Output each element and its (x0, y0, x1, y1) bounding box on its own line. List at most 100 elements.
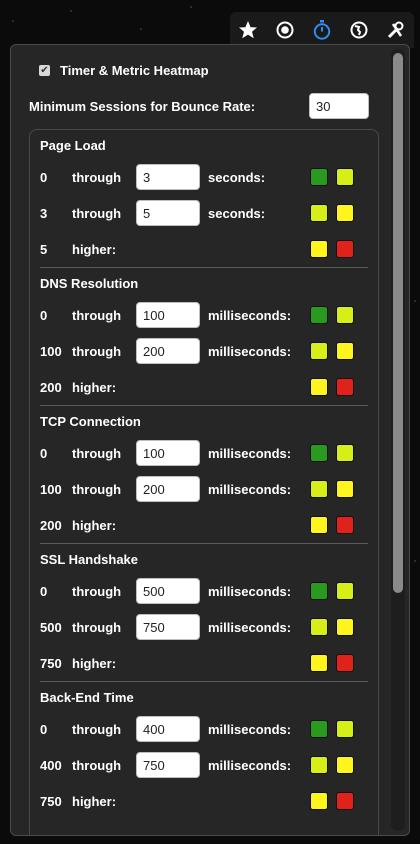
color-swatch-start[interactable] (310, 720, 328, 738)
min-sessions-input[interactable] (309, 93, 369, 119)
color-swatch-start[interactable] (310, 654, 328, 672)
color-swatch-start[interactable] (310, 378, 328, 396)
section-title: SSL Handshake (40, 552, 139, 567)
threshold-row: 0 through milliseconds: (40, 711, 368, 747)
threshold-row: 3 through seconds: (40, 195, 368, 231)
color-swatch-start[interactable] (310, 480, 328, 498)
threshold-input[interactable] (136, 302, 200, 328)
color-swatch-start[interactable] (310, 756, 328, 774)
tools-icon[interactable] (385, 19, 407, 41)
threshold-row: 200 higher: (40, 369, 368, 405)
color-swatch-end[interactable] (336, 720, 354, 738)
threshold-row: 200 higher: (40, 507, 368, 543)
scrollbar-thumb[interactable] (393, 53, 403, 593)
color-swatch-end[interactable] (336, 756, 354, 774)
range-connector: through (72, 169, 122, 185)
color-swatch-start[interactable] (310, 168, 328, 186)
section-tcp-connection: TCP Connection 0 through milliseconds: 100 th… (40, 405, 368, 543)
color-swatch-end[interactable] (336, 306, 354, 324)
heatmap-checkbox[interactable]: ✔ (39, 65, 50, 76)
color-swatch-end[interactable] (336, 654, 354, 672)
unit-label: milliseconds: (208, 307, 292, 323)
record-icon[interactable] (274, 19, 296, 41)
color-swatch-end[interactable] (336, 618, 354, 636)
section-back-end-time: Back-End Time 0 through milliseconds: 400 thr… (40, 681, 368, 819)
globe-icon[interactable] (348, 19, 370, 41)
range-from: 750 (40, 655, 62, 671)
range-from: 750 (40, 793, 62, 809)
color-swatch-end[interactable] (336, 378, 354, 396)
section-title: Page Load (40, 138, 106, 153)
range-connector: through (72, 481, 122, 497)
threshold-row: 0 through milliseconds: (40, 435, 368, 471)
unit-label: milliseconds: (208, 445, 292, 461)
range-connector: higher: (72, 379, 117, 395)
star-icon[interactable] (237, 19, 259, 41)
range-connector: through (72, 619, 122, 635)
heatmap-toggle[interactable]: ✔ Timer & Metric Heatmap (39, 63, 209, 78)
unit-label: seconds: (208, 205, 266, 221)
min-sessions-row: Minimum Sessions for Bounce Rate: (29, 93, 369, 119)
threshold-row: 100 through milliseconds: (40, 333, 368, 369)
unit-label: milliseconds: (208, 343, 292, 359)
range-connector: through (72, 721, 122, 737)
color-swatch-start[interactable] (310, 342, 328, 360)
range-from: 0 (40, 169, 48, 185)
threshold-row: 400 through milliseconds: (40, 747, 368, 783)
unit-label: milliseconds: (208, 721, 292, 737)
range-from: 0 (40, 307, 48, 323)
unit-label: milliseconds: (208, 619, 292, 635)
color-swatch-start[interactable] (310, 204, 328, 222)
color-swatch-start[interactable] (310, 792, 328, 810)
toolbar (230, 12, 414, 48)
color-swatch-end[interactable] (336, 204, 354, 222)
range-connector: higher: (72, 241, 117, 257)
range-connector: higher: (72, 793, 117, 809)
range-connector: higher: (72, 655, 117, 671)
range-connector: through (72, 205, 122, 221)
section-title: Back-End Time (40, 690, 134, 705)
threshold-input[interactable] (136, 614, 200, 640)
color-swatch-end[interactable] (336, 168, 354, 186)
color-swatch-end[interactable] (336, 342, 354, 360)
threshold-input[interactable] (136, 200, 200, 226)
range-from: 400 (40, 757, 62, 773)
color-swatch-start[interactable] (310, 516, 328, 534)
threshold-row: 0 through milliseconds: (40, 297, 368, 333)
color-swatch-start[interactable] (310, 618, 328, 636)
range-from: 200 (40, 517, 62, 533)
color-swatch-end[interactable] (336, 444, 354, 462)
threshold-input[interactable] (136, 440, 200, 466)
threshold-row: 100 through milliseconds: (40, 471, 368, 507)
threshold-row: 750 higher: (40, 783, 368, 819)
color-swatch-start[interactable] (310, 306, 328, 324)
range-from: 0 (40, 583, 48, 599)
color-swatch-end[interactable] (336, 582, 354, 600)
thresholds-container: Page Load 0 through seconds: 3 through seconds… (29, 129, 379, 835)
unit-label: milliseconds: (208, 583, 292, 599)
threshold-input[interactable] (136, 476, 200, 502)
color-swatch-start[interactable] (310, 444, 328, 462)
threshold-input[interactable] (136, 752, 200, 778)
range-connector: through (72, 757, 122, 773)
color-swatch-end[interactable] (336, 480, 354, 498)
color-swatch-start[interactable] (310, 240, 328, 258)
background-speck (190, 6, 192, 8)
threshold-row: 0 through seconds: (40, 159, 368, 195)
color-swatch-start[interactable] (310, 582, 328, 600)
unit-label: seconds: (208, 169, 266, 185)
range-from: 3 (40, 205, 48, 221)
background-speck (12, 20, 14, 22)
heatmap-settings-panel: ✔ Timer & Metric Heatmap Minimum Session… (10, 44, 410, 836)
color-swatch-end[interactable] (336, 516, 354, 534)
range-from: 5 (40, 241, 48, 257)
threshold-input[interactable] (136, 164, 200, 190)
stopwatch-icon[interactable] (311, 19, 333, 41)
color-swatch-end[interactable] (336, 792, 354, 810)
threshold-input[interactable] (136, 578, 200, 604)
threshold-input[interactable] (136, 338, 200, 364)
threshold-input[interactable] (136, 716, 200, 742)
background-speck (70, 10, 72, 12)
range-connector: higher: (72, 517, 117, 533)
color-swatch-end[interactable] (336, 240, 354, 258)
